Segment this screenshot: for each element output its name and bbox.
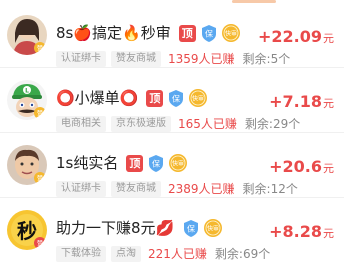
remaining-count: 剩余:12个 xyxy=(242,182,298,196)
task-title-text: 8s🍎搞定🔥秒审 xyxy=(56,24,171,42)
task-tag: 赞友商城 xyxy=(111,180,161,197)
task-tag: 京东极速版 xyxy=(111,115,171,132)
ding-badge: 顶 xyxy=(146,89,164,107)
task-tag: 点淘 xyxy=(111,245,141,262)
svg-text:赞: 赞 xyxy=(37,175,43,183)
reward-value: +7.18 xyxy=(269,92,322,111)
reward-unit: 元 xyxy=(323,162,334,175)
task-row[interactable]: 赞 8s🍎搞定🔥秒审 顶 保 快审 认证绑卡 赞友商城 1359人已赚 剩余:5… xyxy=(0,3,344,68)
speed-review-icon: 快审 xyxy=(203,218,223,238)
speed-review-icon: 快审 xyxy=(221,23,241,43)
task-tags: 认证绑卡 赞友商城 1359人已赚 剩余:5个 xyxy=(56,50,290,67)
remaining-count: 剩余:69个 xyxy=(214,247,271,261)
reward-unit: 元 xyxy=(323,32,334,45)
earned-count: 221人已赚 xyxy=(148,247,207,261)
bao-badge-text: 保 xyxy=(187,223,195,233)
photo-avatar-girl: 赞 xyxy=(7,15,47,55)
task-tags: 认证绑卡 赞友商城 2389人已赚 剩余:12个 xyxy=(56,180,298,197)
earned-count: 165人已赚 xyxy=(178,117,237,131)
bao-badge-text: 保 xyxy=(172,93,180,103)
svg-text:赞: 赞 xyxy=(37,110,43,118)
luigi-avatar: L 赞 xyxy=(7,80,47,120)
bao-badge-text: 保 xyxy=(205,28,213,38)
miao-avatar-text: 秒 xyxy=(17,219,37,243)
reward-amount: +22.09元 xyxy=(258,27,334,46)
ding-badge: 顶 xyxy=(178,24,196,42)
reward-value: +8.28 xyxy=(269,222,322,241)
task-row[interactable]: L 赞 ⭕小爆单⭕ 顶 保 快审 电商相关 京东极速版 165人已赚 剩余:29… xyxy=(0,68,344,133)
shield-bao-icon: 保 xyxy=(147,154,165,173)
reward-amount: +8.28元 xyxy=(269,222,334,241)
speed-review-icon: 快审 xyxy=(168,153,188,173)
reward-unit: 元 xyxy=(323,97,334,110)
task-title-text: 1s纯实名 xyxy=(56,154,119,172)
svg-text:赞: 赞 xyxy=(37,45,43,53)
miao-avatar: 秒 赞 xyxy=(7,210,47,250)
task-tag: 认证绑卡 xyxy=(56,180,106,197)
task-title: ⭕小爆单⭕ 顶 保 快审 xyxy=(56,87,208,109)
reward-value: +20.6 xyxy=(269,157,322,176)
task-list: 赞 8s🍎搞定🔥秒审 顶 保 快审 认证绑卡 赞友商城 1359人已赚 剩余:5… xyxy=(0,3,344,263)
task-tag: 电商相关 xyxy=(56,115,106,132)
task-title: 助力一下赚8元💋 保 快审 xyxy=(56,217,223,239)
earned-count: 2389人已赚 xyxy=(168,182,235,196)
task-tag: 赞友商城 xyxy=(111,50,161,67)
task-title: 1s纯实名 顶 保 快审 xyxy=(56,152,188,174)
task-row[interactable]: 秒 赞 助力一下赚8元💋 保 快审 下载体验 点淘 221人已赚 剩余:69个 … xyxy=(0,198,344,263)
svg-text:赞: 赞 xyxy=(37,240,43,248)
task-row[interactable]: 赞 1s纯实名 顶 保 快审 认证绑卡 赞友商城 2389人已赚 剩余:12个 … xyxy=(0,133,344,198)
task-tags: 电商相关 京东极速版 165人已赚 剩余:29个 xyxy=(56,115,300,132)
remaining-count: 剩余:5个 xyxy=(242,52,291,66)
reward-amount: +7.18元 xyxy=(269,92,334,111)
bao-badge-text: 保 xyxy=(152,158,160,168)
task-tag: 认证绑卡 xyxy=(56,50,106,67)
remaining-count: 剩余:29个 xyxy=(244,117,301,131)
task-title-text: ⭕小爆单⭕ xyxy=(56,89,139,107)
speed-review-icon: 快审 xyxy=(188,88,208,108)
task-tag: 下载体验 xyxy=(56,245,106,262)
shield-bao-icon: 保 xyxy=(182,219,200,238)
task-title: 8s🍎搞定🔥秒审 顶 保 快审 xyxy=(56,22,241,44)
task-tags: 下载体验 点淘 221人已赚 剩余:69个 xyxy=(56,245,270,262)
kuai-badge-text: 快审 xyxy=(225,30,237,38)
reward-amount: +20.6元 xyxy=(269,157,334,176)
reward-value: +22.09 xyxy=(257,27,322,46)
kuai-badge-text: 快审 xyxy=(172,160,184,168)
task-title-text: 助力一下赚8元💋 xyxy=(56,219,175,237)
photo-avatar-man: 赞 xyxy=(7,145,47,185)
shield-bao-icon: 保 xyxy=(167,89,185,108)
earned-count: 1359人已赚 xyxy=(168,52,235,66)
svg-text:L: L xyxy=(25,88,29,95)
kuai-badge-text: 快审 xyxy=(192,95,204,103)
reward-unit: 元 xyxy=(323,227,334,240)
kuai-badge-text: 快审 xyxy=(207,225,219,233)
ding-badge: 顶 xyxy=(126,154,144,172)
shield-bao-icon: 保 xyxy=(200,24,218,43)
